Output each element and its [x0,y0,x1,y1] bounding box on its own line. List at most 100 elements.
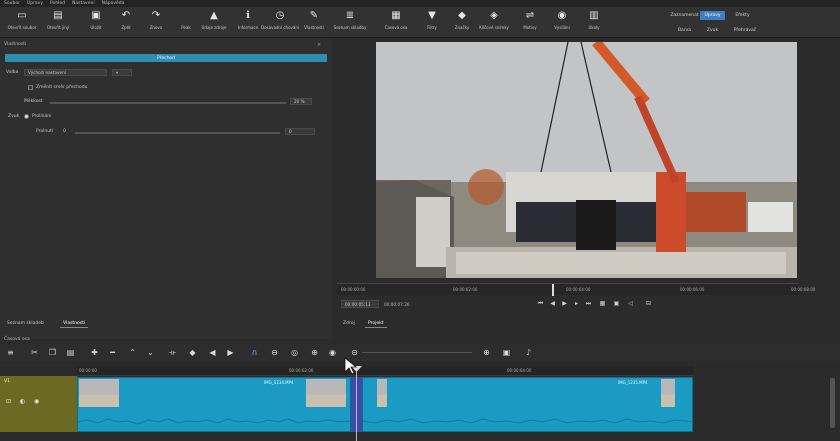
copy-icon[interactable]: ❐ [48,348,57,357]
snap-icon[interactable]: ∩ [250,348,259,357]
softness-value[interactable]: 20 % [290,98,312,105]
softness-slider[interactable] [50,102,286,104]
toolbar-button[interactable]: ◆ Značky [444,10,480,30]
position-slider[interactable] [75,132,280,134]
mouse-cursor-icon [344,357,358,375]
layout-edit[interactable]: Úpravy [700,11,725,20]
redo-icon: ↷ [151,10,161,21]
ripple-all-icon[interactable]: ⊕ [310,348,319,357]
layout-player[interactable]: Přehrávač [730,26,760,35]
preset-select[interactable]: Výchozí nastavení [24,69,107,76]
toolbar-button[interactable]: ◷ Dosavadní chování [261,10,299,30]
toolbar-button[interactable]: ⇌ Motivy [512,10,548,30]
broadcast-icon: ◉ [557,10,567,21]
lift-icon[interactable]: ⌃ [128,348,137,357]
ruler-tick: 00:00:00:00 [341,287,366,292]
toolbar-button[interactable]: ▦ Časová osa [378,10,414,30]
zoom-out-icon[interactable]: ⊝ [350,348,359,357]
toolbar-button[interactable]: ▭ Otevřít soubor [4,10,40,30]
layout-color[interactable]: Barva [674,26,695,35]
clip-thumbnail [79,379,119,407]
tab-properties[interactable]: Vlastnosti [60,320,89,328]
ripple-markers-icon[interactable]: ◉ [328,348,337,357]
track-header[interactable]: V1 ⊡ ◐ ◉ [0,376,77,432]
clip-label: IMG_1234.MP4 [264,380,294,385]
timeline-ruler[interactable]: 00:00:00 00:00:02:00 00:00:04:00 [77,366,693,376]
toolbar-button[interactable]: ▲ Údaje zdroje [196,10,232,30]
tab-project[interactable]: Projekt [365,320,387,328]
filter-icon: ▼ [428,10,436,21]
toolbar-button-label: Otevřít soubor [7,25,37,30]
overwrite-icon[interactable]: ⌄ [146,348,155,357]
timeline-clip[interactable]: IMG_1234.MP4 [77,377,351,432]
toggle-icon[interactable]: ⊟ [645,300,652,308]
toolbar-button[interactable]: ≣ Seznam skladby [332,10,368,30]
player-playhead[interactable] [552,284,554,296]
record-audio-icon[interactable]: ♪ [524,348,533,357]
skip-end-icon[interactable]: ⏭ [585,300,592,308]
marker-icon[interactable]: ◆ [188,348,197,357]
layout-record[interactable]: Zaznamenat [670,11,698,20]
zoom-fit-icon[interactable]: ▣ [502,348,511,357]
menu-item[interactable]: Nápověda [102,1,125,6]
zoom-icon[interactable]: ▣ [613,300,620,308]
timeline-playhead[interactable] [351,366,362,441]
toolbar-button[interactable]: ▥ Úkoly [576,10,612,30]
toolbar-button-label: Značky [454,25,470,30]
lock-icon[interactable]: ⊡ [6,398,11,405]
timeline-toolbar: ≡ ✂ ❐ ▤ ✚ ━ ⌃ ⌄ ⟛ ◆ ◀ ▶ ∩ ⊖ ◎ ⊕ ◉ ⊝ ⊕ ▣ … [0,344,840,361]
clip-thumbnail [306,379,346,407]
rewind-icon[interactable]: ◀ [549,300,556,308]
layout-effects[interactable]: Efekty [730,11,755,20]
crossfade-radio[interactable] [24,114,29,119]
zoom-slider[interactable] [362,352,472,353]
tab-playlist[interactable]: Seznam skladeb [4,320,47,327]
hide-icon[interactable]: ◉ [34,398,39,405]
split-icon[interactable]: ⟛ [168,348,177,357]
play-icon[interactable]: ▶ [561,300,568,308]
toolbar-button[interactable]: ◉ Vysílání [544,10,580,30]
menu-item[interactable]: Pohled [50,1,65,6]
invert-checkbox[interactable] [28,85,33,90]
grid-icon[interactable]: ▦ [599,300,606,308]
preset-save-button[interactable]: ▾ [112,69,132,76]
close-icon[interactable]: ✕ [317,42,321,48]
clip-thumbnail [661,379,675,407]
volume-icon[interactable]: ◁ [627,300,634,308]
filter-name-bar: Přechod [5,54,327,62]
menu-item[interactable]: Soubor [4,1,20,6]
ruler-tick: 00:00:02:00 [453,287,478,292]
duration-label: 00:00:07:26 [384,302,410,307]
toolbar-button-label: Dosavadní chování [261,25,299,30]
prev-marker-icon[interactable]: ◀ [208,348,217,357]
ripple-icon[interactable]: ◎ [290,348,299,357]
timeline-scrollbar[interactable] [830,378,835,428]
clip-thumbnail [377,379,387,407]
menu-item[interactable]: Úpravy [27,1,43,6]
player-ruler[interactable]: 00:00:00:00 00:00:02:00 00:00:04:00 00:0… [337,283,815,296]
next-marker-icon[interactable]: ▶ [226,348,235,357]
mute-icon[interactable]: ◐ [20,398,25,405]
toolbar-button[interactable]: ▤ Otevřít jiný [40,10,76,30]
scrub-icon[interactable]: ⊖ [270,348,279,357]
toolbar-button[interactable]: ◈ Klíčové snímky [476,10,512,30]
video-viewer[interactable] [376,42,797,278]
paste-icon[interactable]: ▤ [66,348,75,357]
append-icon[interactable]: ✚ [90,348,99,357]
zoom-in-icon[interactable]: ⊕ [482,348,491,357]
remove-icon[interactable]: ━ [108,348,117,357]
fast-forward-icon[interactable]: ▸ [573,300,580,308]
position-field[interactable]: 0 [285,128,315,135]
tab-source[interactable]: Zdroj [340,320,358,327]
menu-item[interactable]: Nastavení [72,1,95,6]
layout-audio[interactable]: Zvuk [700,26,725,35]
timeline-title: Časová osa [4,337,30,342]
cut-icon[interactable]: ✂ [30,348,39,357]
toolbar-button-label: Vysílání [554,25,570,30]
menu-icon[interactable]: ≡ [6,348,15,357]
current-time-field[interactable]: 00:00:05:13 [341,300,379,308]
skip-start-icon[interactable]: ⏮ [537,300,544,308]
toolbar-button[interactable]: ✎ Vlastnosti [296,10,332,30]
ruler-tick: 00:00:04:00 [566,287,591,292]
timeline-clip[interactable]: IMG_1235.MP4 [362,377,693,432]
